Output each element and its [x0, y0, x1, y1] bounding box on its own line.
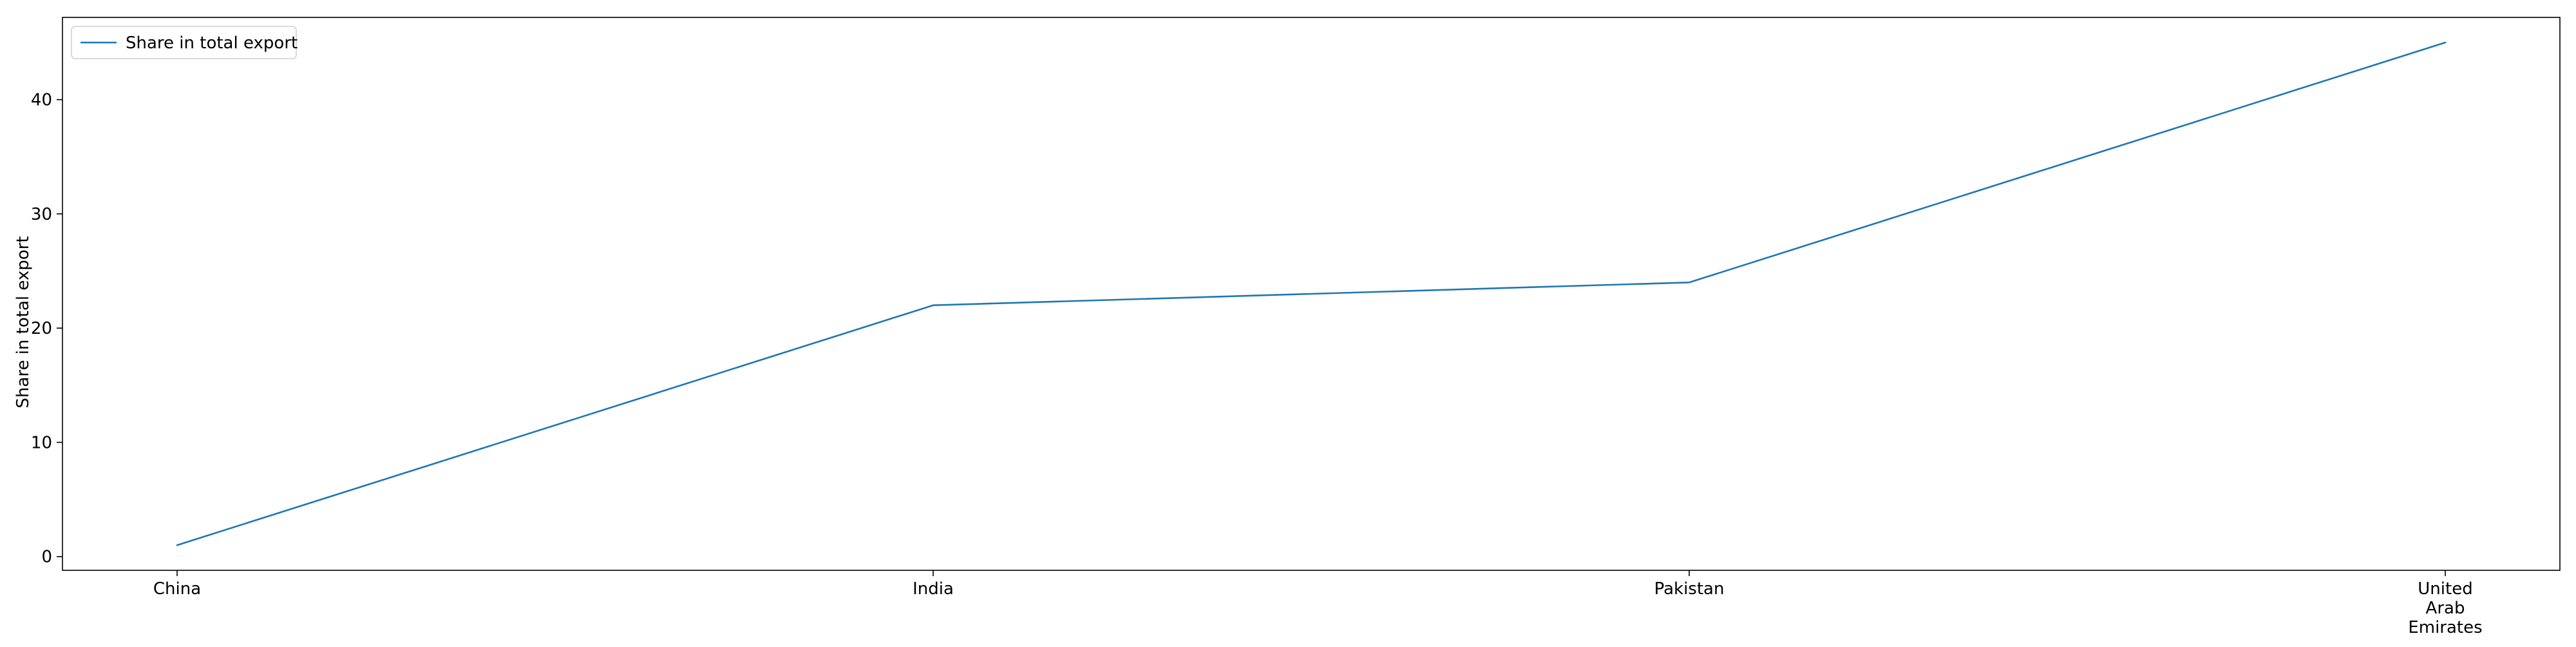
- series-layer: [176, 41, 2447, 546]
- axes: 0 10 20 30 40 China India Pakistan United Arab Emi…: [31, 17, 2561, 637]
- y-tick-label: 30: [31, 205, 52, 224]
- y-tick-label: 0: [41, 548, 52, 567]
- x-tick-label: Pakistan: [1654, 579, 1725, 599]
- y-tick-label: 20: [31, 319, 52, 338]
- legend: Share in total export: [71, 26, 298, 59]
- chart-container: 0 10 20 30 40 China India Pakistan United Arab Emi…: [0, 0, 2576, 644]
- series-line: [176, 41, 2447, 546]
- x-tick-label: United Arab Emirates: [2408, 579, 2482, 637]
- x-tick-label: India: [913, 579, 954, 599]
- line-chart: 0 10 20 30 40 China India Pakistan United Arab Emi…: [14, 17, 2561, 637]
- y-tick-label: 10: [31, 433, 52, 452]
- y-tick-label: 40: [31, 91, 52, 110]
- legend-label: Share in total export: [126, 34, 298, 53]
- x-tick-label: China: [153, 579, 201, 599]
- y-axis-label: Share in total export: [14, 236, 33, 408]
